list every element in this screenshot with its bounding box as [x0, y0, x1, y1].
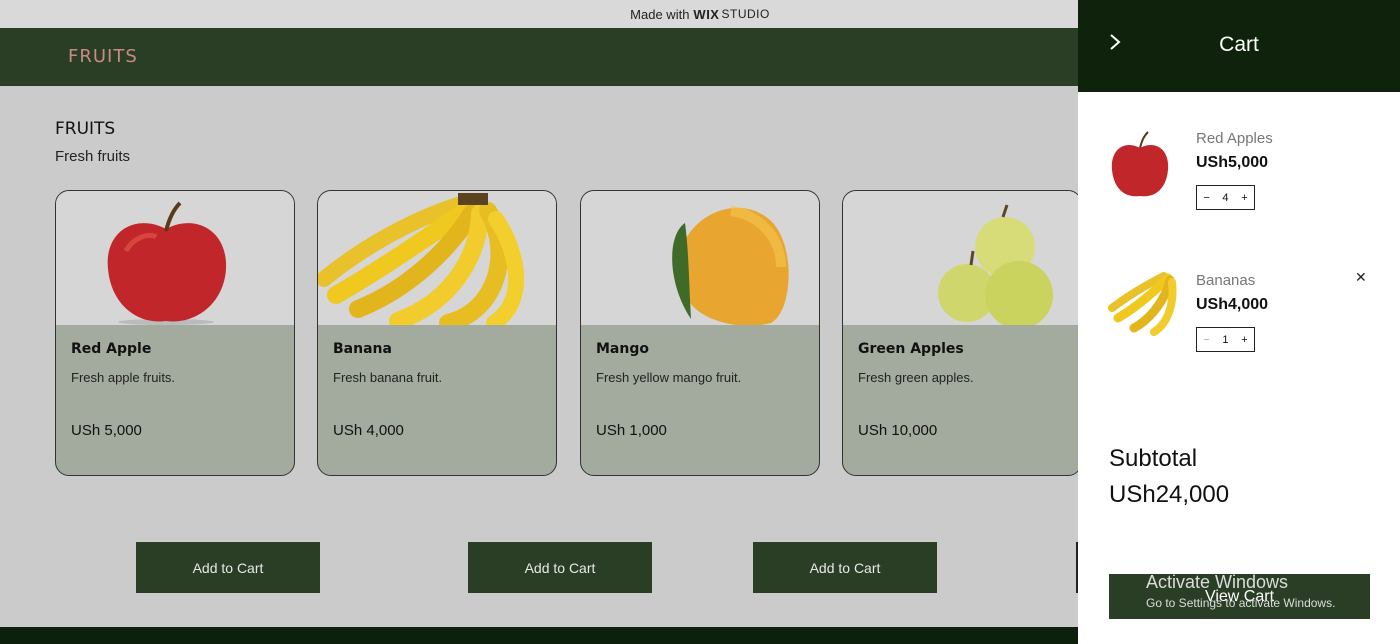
product-name[interactable]: Mango [596, 341, 649, 357]
product-card[interactable]: Banana Fresh banana fruit. USh 4,000 [317, 190, 557, 476]
cart-item-name[interactable]: Red Apples [1196, 130, 1273, 147]
product-image[interactable] [581, 191, 819, 325]
product-description: Fresh yellow mango fruit. [596, 370, 742, 385]
subtotal-value: USh24,000 [1109, 481, 1230, 508]
close-icon[interactable]: ✕ [1355, 269, 1367, 286]
green-apples-image [938, 204, 1053, 325]
cart-title: Cart [1219, 33, 1259, 56]
increment-button[interactable]: + [1241, 334, 1247, 346]
product-price: USh 10,000 [858, 422, 938, 439]
cart-item: Bananas USh4,000 − 1 + ✕ [1078, 269, 1400, 382]
decrement-button[interactable]: − [1203, 334, 1209, 346]
section-title: FRUITS [55, 119, 116, 139]
banana-thumbnail[interactable] [1108, 272, 1178, 336]
cart-item-price: USh4,000 [1196, 296, 1269, 313]
product-name[interactable]: Green Apples [858, 341, 964, 357]
view-cart-button[interactable]: View Cart [1109, 574, 1370, 619]
product-image[interactable] [318, 191, 556, 325]
cart-item-price: USh5,000 [1196, 154, 1269, 171]
cart-item-name[interactable]: Bananas [1196, 272, 1255, 289]
product-name[interactable]: Red Apple [71, 341, 151, 357]
product-description: Fresh apple fruits. [71, 370, 176, 385]
product-card[interactable]: Mango Fresh yellow mango fruit. USh 1,00… [580, 190, 820, 476]
quantity-stepper[interactable]: − 1 + [1196, 327, 1255, 352]
red-apple-thumbnail[interactable] [1108, 130, 1172, 202]
cart-panel: Cart Red Apples USh5,000 − 4 + Bananas U… [1078, 0, 1400, 644]
quantity-value[interactable]: 4 [1222, 192, 1228, 204]
product-description: Fresh banana fruit. [333, 370, 443, 385]
add-to-cart-button[interactable]: Add to Cart [753, 542, 937, 593]
product-image[interactable] [843, 191, 1081, 325]
cart-item: Red Apples USh5,000 − 4 + [1078, 130, 1400, 240]
footer-bar [0, 627, 1078, 644]
increment-button[interactable]: + [1241, 192, 1247, 204]
product-price: USh 5,000 [71, 422, 142, 439]
decrement-button[interactable]: − [1203, 192, 1209, 204]
add-to-cart-button[interactable]: Add to Cart [468, 542, 652, 593]
studio-logo: STUDIO [721, 7, 770, 21]
section-subtitle: Fresh fruits [55, 148, 131, 165]
red-apple-image [107, 201, 227, 325]
product-price: USh 4,000 [333, 422, 404, 439]
made-with-text: Made with [630, 6, 690, 22]
product-card[interactable]: Green Apples Fresh green apples. USh 10,… [842, 190, 1082, 476]
banana-image [318, 193, 524, 325]
product-card[interactable]: Red Apple Fresh apple fruits. USh 5,000 [55, 190, 295, 476]
product-image[interactable] [56, 191, 294, 325]
site-brand[interactable]: FRUITS [68, 46, 138, 67]
quantity-stepper[interactable]: − 4 + [1196, 185, 1255, 210]
wix-logo: WIX [693, 6, 720, 22]
quantity-value[interactable]: 1 [1222, 334, 1228, 346]
product-name[interactable]: Banana [333, 341, 392, 357]
product-description: Fresh green apples. [858, 370, 974, 385]
cart-header: Cart [1078, 0, 1400, 92]
add-to-cart-button[interactable]: Add to Cart [136, 542, 320, 593]
subtotal-label: Subtotal [1109, 445, 1198, 472]
mango-image [672, 206, 789, 325]
product-price: USh 1,000 [596, 422, 667, 439]
